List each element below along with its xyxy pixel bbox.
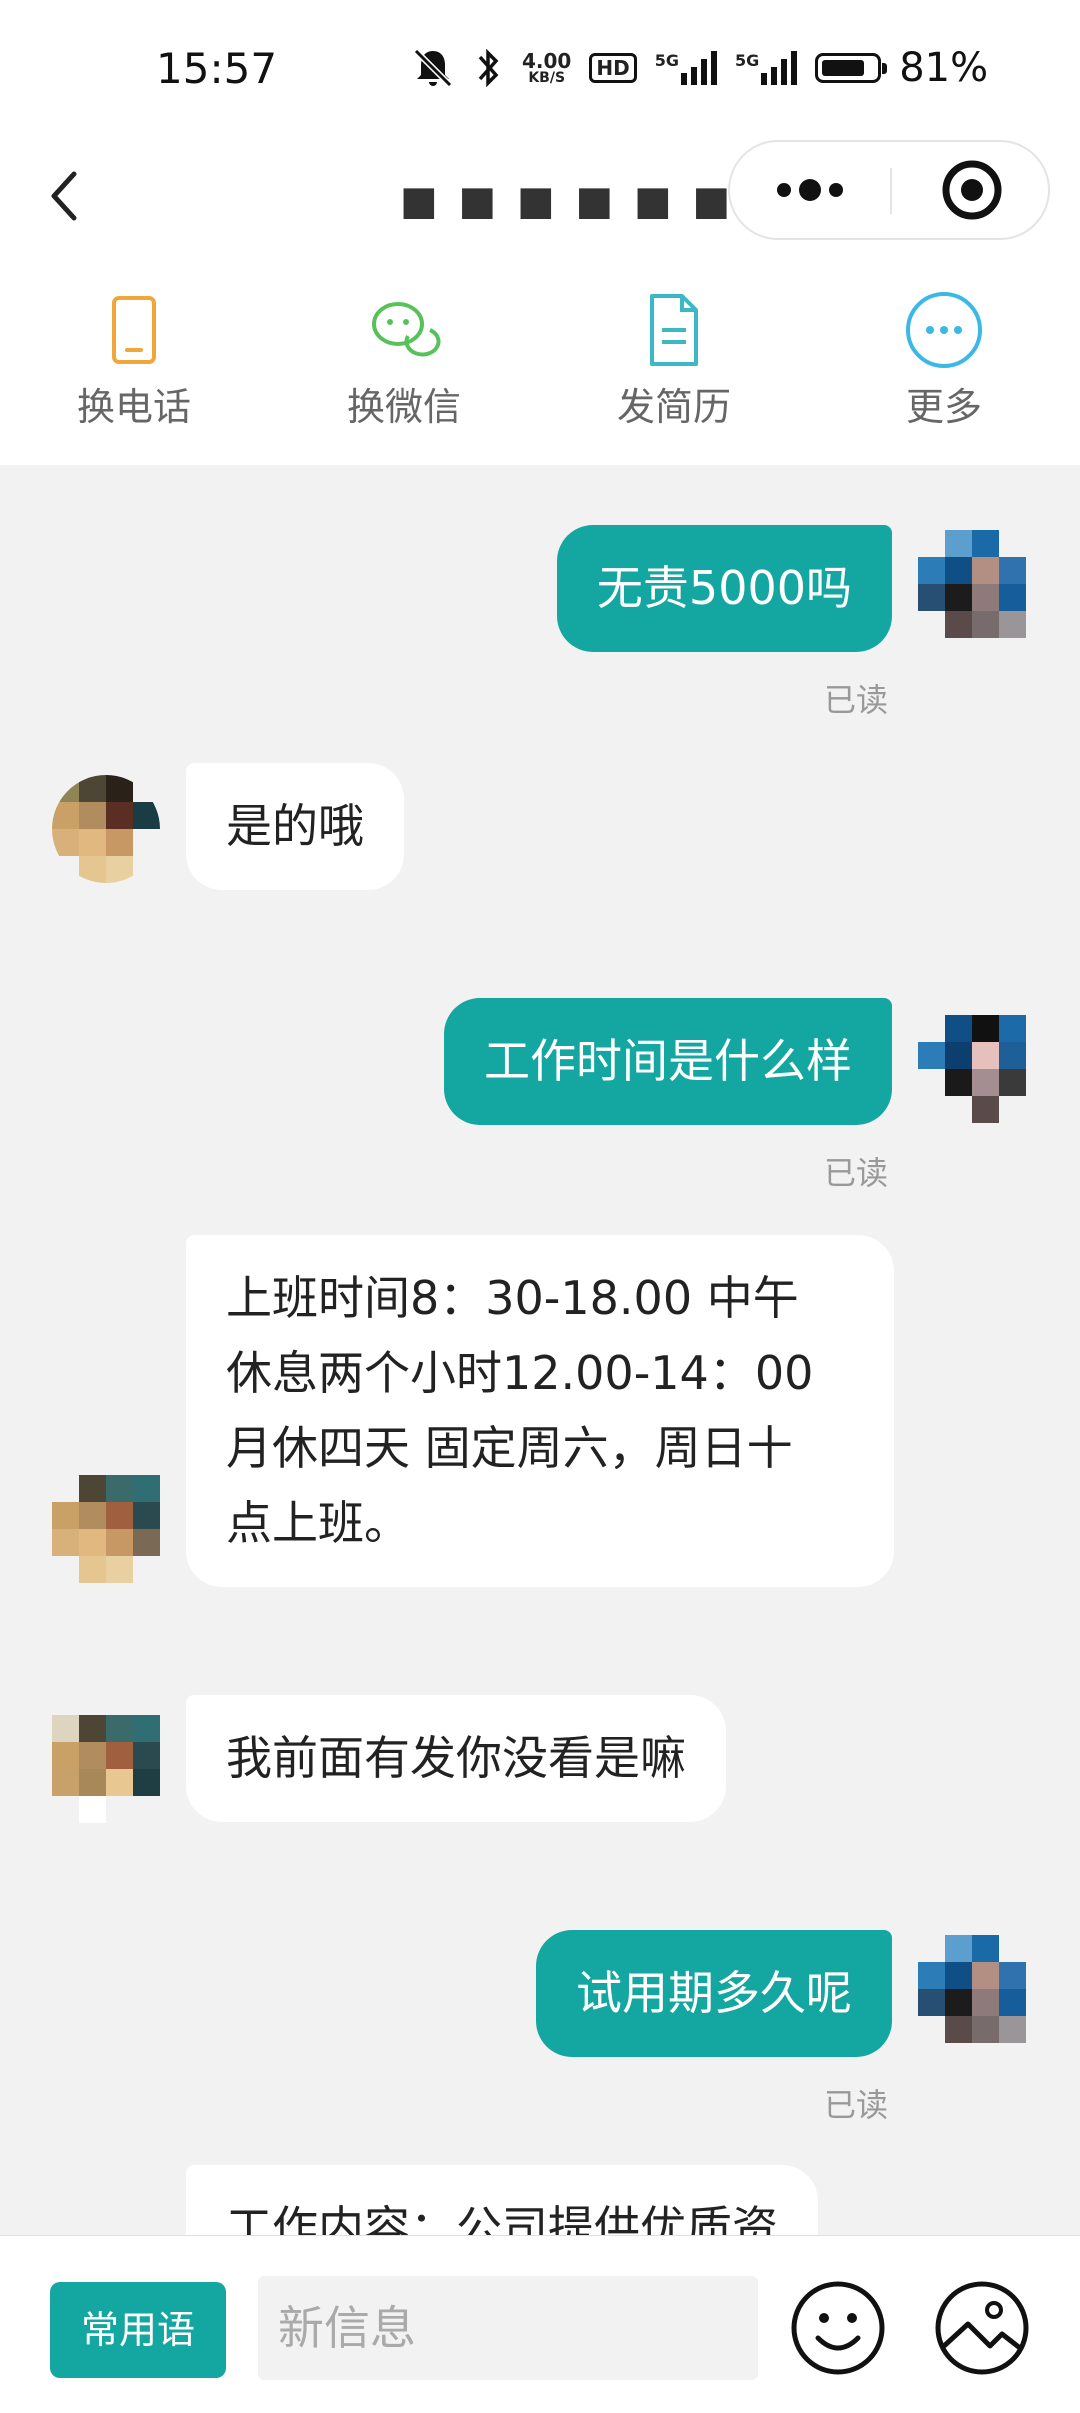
- avatar-recruiter[interactable]: [52, 775, 160, 883]
- action-label: 发简历: [616, 385, 731, 429]
- bluetooth-icon: [478, 48, 499, 88]
- emoji-icon[interactable]: [788, 2278, 888, 2378]
- action-more[interactable]: 更多: [844, 290, 1044, 431]
- resume-icon: [650, 294, 698, 366]
- action-send-resume[interactable]: 发简历: [574, 290, 774, 431]
- message-line: 月休四天 固定周六，周日十: [226, 1421, 793, 1475]
- message-bubble-recruiter[interactable]: 工作内容：公司提供优质资: [186, 2165, 818, 2235]
- action-label: 更多: [905, 385, 982, 429]
- message-bubble-recruiter[interactable]: 我前面有发你没看是嘛: [186, 1695, 726, 1822]
- status-bar: 15:57 4.00 KB/S HD 5G 5G 81%: [0, 0, 1080, 140]
- message-bubble-self[interactable]: 试用期多久呢: [536, 1930, 892, 2057]
- signal-1-label: 5G: [654, 51, 679, 70]
- signal-bars-icon: [761, 51, 798, 85]
- wechat-icon: [372, 302, 441, 357]
- target-close-icon[interactable]: [892, 142, 1048, 238]
- mute-bell-icon: [413, 48, 453, 88]
- net-speed-unit: KB/S: [528, 70, 566, 86]
- input-bar: 常用语: [0, 2235, 1080, 2413]
- avatar-self[interactable]: [918, 1015, 1026, 1123]
- status-icons: 4.00 KB/S HD 5G 5G 81%: [410, 40, 988, 96]
- message-bubble-recruiter-long[interactable]: 上班时间8：30-18.00 中午 休息两个小时12.00-14：00 月休四天…: [186, 1235, 894, 1587]
- avatar-recruiter[interactable]: [52, 1715, 160, 1823]
- message-line: 上班时间8：30-18.00 中午: [226, 1271, 799, 1325]
- message-bubble-recruiter[interactable]: 是的哦: [186, 763, 404, 890]
- nav-bar: ■ ■ ■ ■ ■ ■ ...: [0, 140, 1080, 270]
- hd-badge: HD: [589, 53, 637, 83]
- action-change-wechat[interactable]: 换微信: [304, 290, 504, 431]
- signal-1: 5G: [655, 51, 717, 85]
- avatar-recruiter[interactable]: [52, 1475, 160, 1583]
- back-arrow-icon[interactable]: [40, 160, 90, 230]
- signal-2: 5G: [734, 51, 798, 85]
- message-line: 点上班。: [226, 1496, 410, 1550]
- phone-icon: [112, 296, 156, 364]
- more-circle-icon: [906, 292, 982, 368]
- message-line: 休息两个小时12.00-14：00: [226, 1346, 814, 1400]
- mini-program-capsule: [728, 140, 1050, 240]
- signal-2-label: 5G: [734, 51, 760, 70]
- action-change-phone[interactable]: 换电话: [34, 290, 234, 431]
- image-icon[interactable]: [932, 2278, 1032, 2378]
- net-speed-value: 4.00: [522, 49, 572, 73]
- message-bubble-self[interactable]: 工作时间是什么样: [444, 998, 892, 1125]
- chat-area[interactable]: 无责5000吗 已读 是的哦 工作时间是什么样 已读 上班时间8：30-18.0…: [0, 465, 1080, 2235]
- action-label: 换电话: [76, 385, 191, 429]
- action-label: 换微信: [346, 385, 461, 429]
- battery-percent: 81%: [899, 45, 989, 91]
- action-row: 换电话 换微信 发简历 更多: [0, 270, 1080, 465]
- more-dots-icon[interactable]: [730, 142, 890, 238]
- status-time: 15:57: [156, 44, 278, 93]
- message-bubble-self[interactable]: 无责5000吗: [556, 525, 892, 652]
- read-status: 已读: [823, 681, 888, 719]
- avatar-self[interactable]: [918, 1935, 1026, 2043]
- read-status: 已读: [823, 1154, 888, 1192]
- signal-bars-icon: [680, 51, 717, 85]
- battery-icon: [815, 53, 888, 83]
- message-input[interactable]: [258, 2276, 758, 2380]
- quick-phrases-button[interactable]: 常用语: [50, 2282, 226, 2378]
- read-status: 已读: [823, 2086, 888, 2124]
- net-speed: 4.00 KB/S: [522, 51, 571, 85]
- avatar-self[interactable]: [918, 530, 1026, 638]
- battery-fill: [822, 60, 865, 76]
